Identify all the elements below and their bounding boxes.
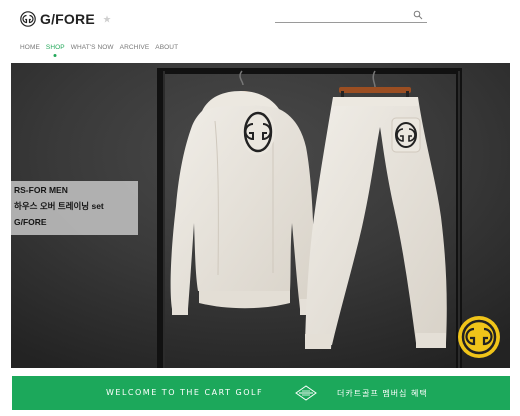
nav-item-about[interactable]: ABOUT [155,44,178,51]
banner-welcome-text: WELCOME TO THE CART GOLF [106,388,264,397]
search-underline [275,22,427,23]
search-input[interactable] [275,9,405,22]
site-header: G/FORE HOME SHOP WHAT'S NOW ARCHIVE ABOU… [0,0,520,62]
brand-logo[interactable]: G/FORE [20,11,95,27]
caption-product-name: 하우스 오버 트레이닝 set [14,201,104,211]
nav-item-archive[interactable]: ARCHIVE [120,44,150,51]
gfore-badge-icon [458,316,500,358]
hero-caption: RS-FOR MEN 하우스 오버 트레이닝 set G/FORE [11,181,138,235]
nav-item-home[interactable]: HOME [20,44,40,51]
membership-banner[interactable]: WELCOME TO THE CART GOLF 더카트골프 멤버십 혜택 [12,376,510,410]
brand-name: G/FORE [40,11,95,27]
caption-product-line: RS-FOR MEN [14,185,68,195]
search-icon[interactable] [413,10,423,20]
caption-brand: G/FORE [14,217,47,227]
search-box[interactable] [275,9,427,23]
main-nav: HOME SHOP WHAT'S NOW ARCHIVE ABOUT [20,44,178,51]
gfore-banner-logo-icon [295,385,317,401]
hoodie-logo-icon [241,109,275,155]
nav-item-shop[interactable]: SHOP [46,44,65,51]
gfore-logo-icon [20,11,36,27]
nav-item-whats-now[interactable]: WHAT'S NOW [71,44,114,51]
banner-membership-text: 더카트골프 멤버십 혜택 [337,389,428,398]
star-icon[interactable] [103,15,111,23]
